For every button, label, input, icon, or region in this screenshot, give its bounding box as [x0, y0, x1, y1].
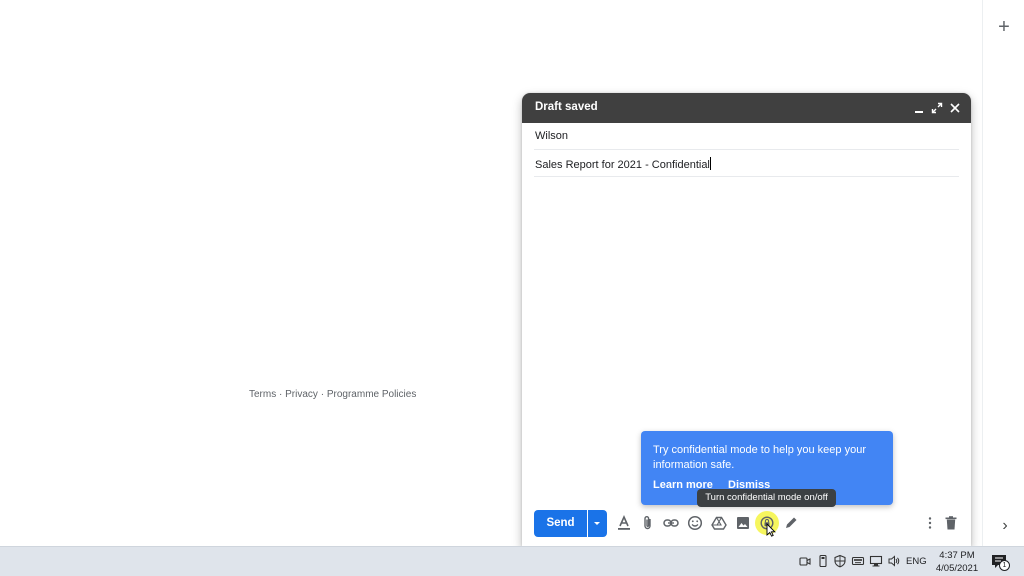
input-language[interactable]: ENG — [906, 556, 927, 567]
subject-text: Sales Report for 2021 - Confidential — [535, 159, 710, 171]
send-button-group: Send — [534, 510, 607, 537]
recipient-value: Wilson — [535, 130, 569, 142]
link-icon[interactable] — [662, 514, 680, 532]
clock-time: 4:37 PM — [939, 550, 975, 561]
chevron-right-icon: › — [1002, 517, 1008, 534]
keyboard-icon[interactable] — [851, 554, 865, 568]
subject-value: Sales Report for 2021 - Confidential — [535, 157, 711, 171]
privacy-link[interactable]: Privacy — [285, 389, 318, 400]
fullscreen-icon[interactable] — [930, 101, 944, 115]
footer-separator: · — [279, 389, 283, 400]
compose-header[interactable]: Draft saved — [522, 93, 971, 123]
promo-text: Try confidential mode to help you keep y… — [653, 444, 866, 471]
mouse-pointer-icon — [766, 522, 776, 537]
add-addon-button[interactable]: + — [995, 16, 1013, 38]
clock-date: 4/05/2021 — [935, 563, 979, 574]
network-icon[interactable] — [869, 554, 883, 568]
side-panel: + › — [982, 0, 1024, 546]
clock[interactable]: 4:37 PM 4/05/2021 — [934, 549, 980, 575]
drive-icon[interactable] — [710, 514, 728, 532]
programme-policies-link[interactable]: Programme Policies — [327, 389, 416, 400]
format-text-icon[interactable] — [615, 514, 633, 532]
emoji-icon[interactable] — [686, 514, 704, 532]
plus-icon: + — [998, 16, 1010, 38]
confidential-tooltip: Turn confidential mode on/off — [697, 489, 836, 507]
usb-icon[interactable] — [816, 554, 830, 568]
recipients-field[interactable]: Wilson — [534, 123, 959, 150]
send-button[interactable]: Send — [534, 510, 587, 537]
show-side-panel-button[interactable]: › — [997, 514, 1013, 538]
footer-links: Terms · Privacy · Programme Policies — [249, 389, 416, 403]
volume-icon[interactable] — [887, 554, 901, 568]
close-icon[interactable] — [948, 101, 962, 115]
subject-field[interactable]: Sales Report for 2021 - Confidential — [534, 150, 959, 177]
notifications-icon[interactable]: 1 — [990, 553, 1012, 571]
more-send-options-button[interactable] — [588, 510, 607, 537]
signature-pen-icon[interactable] — [782, 514, 800, 532]
terms-link[interactable]: Terms — [249, 389, 276, 400]
meet-icon[interactable] — [798, 554, 812, 568]
footer-separator: · — [320, 389, 325, 400]
minimize-icon[interactable] — [912, 101, 926, 115]
trash-icon[interactable] — [942, 514, 960, 532]
taskbar: ENG 4:37 PM 4/05/2021 1 — [0, 546, 1024, 576]
notification-count: 1 — [999, 560, 1010, 571]
photo-icon[interactable] — [734, 514, 752, 532]
attach-icon[interactable] — [639, 514, 657, 532]
text-caret — [709, 157, 711, 170]
more-options-icon[interactable] — [921, 514, 939, 532]
compose-title: Draft saved — [535, 101, 598, 113]
security-shield-icon[interactable] — [833, 554, 847, 568]
